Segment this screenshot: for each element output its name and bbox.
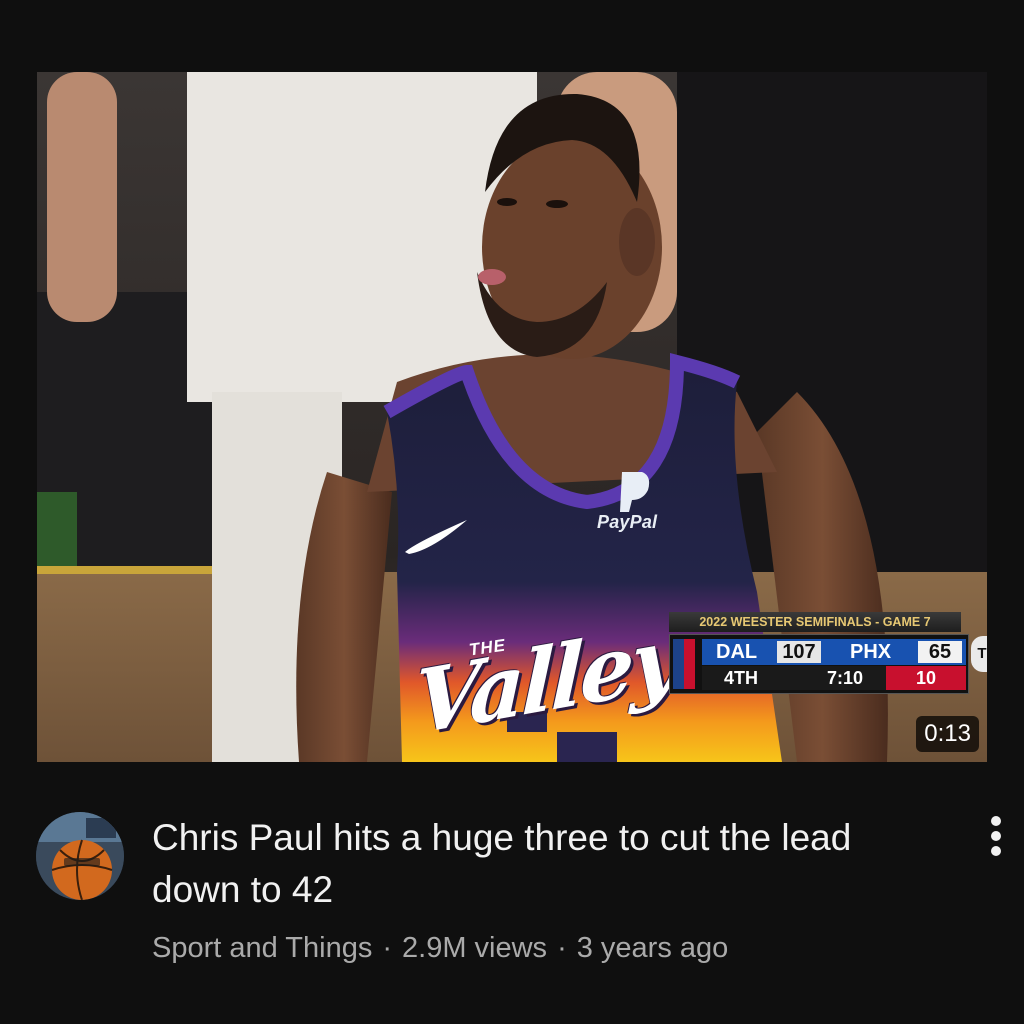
scorebug: 2022 WEESTER SEMIFINALS - GAME 7 DAL 107… [669, 612, 987, 694]
nba-logo-icon [673, 639, 695, 689]
game-period: 4TH [724, 668, 759, 688]
scorebug-body: DAL 107 PHX 65 4TH 7:10 10 [669, 634, 969, 694]
meta-separator: · [557, 932, 567, 964]
channel-name[interactable]: Sport and Things [152, 932, 372, 964]
duration-badge: 0:13 [916, 716, 979, 752]
away-score: 107 [777, 641, 821, 663]
tnt-logo-icon: T [971, 636, 987, 672]
scorebug-score-row: DAL 107 PHX 65 [702, 639, 966, 665]
more-vertical-icon [991, 816, 1001, 826]
jersey-sponsor-text: PayPal [597, 512, 658, 532]
upload-age: 3 years ago [576, 932, 729, 964]
meta-separator: · [382, 932, 393, 964]
view-count: 2.9M views [402, 932, 548, 964]
basketball-icon [36, 812, 124, 900]
scorebug-title: 2022 WEESTER SEMIFINALS - GAME 7 [669, 612, 961, 632]
shot-clock: 10 [886, 666, 966, 690]
video-thumbnail[interactable]: PayPal THE Valley 2022 WEESTER SEMIFINAL… [37, 72, 987, 762]
video-feed-item: PayPal THE Valley 2022 WEESTER SEMIFINAL… [0, 0, 1024, 1024]
more-vertical-icon [991, 831, 1001, 841]
scorebug-clock-row: 4TH 7:10 10 [702, 666, 966, 690]
video-metadata: Sport and Things · 2.9M views · 3 years ago [152, 928, 728, 968]
channel-avatar[interactable] [36, 812, 124, 900]
game-clock: 7:10 [826, 668, 864, 688]
away-team: DAL [716, 641, 758, 663]
video-title[interactable]: Chris Paul hits a huge three to cut the … [152, 812, 942, 916]
more-options-button[interactable] [978, 814, 1018, 858]
home-score: 65 [918, 641, 962, 663]
home-team: PHX [850, 641, 892, 663]
more-vertical-icon [991, 846, 1001, 856]
